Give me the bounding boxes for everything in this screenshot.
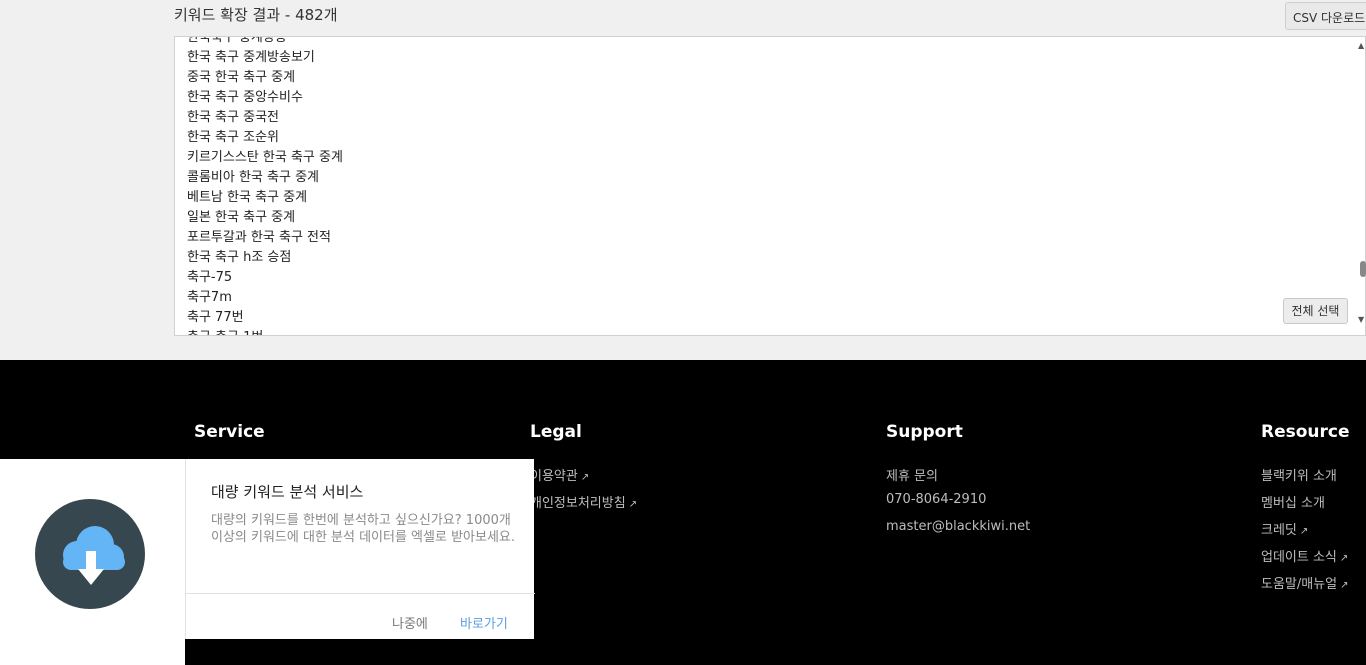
popup-icon-panel bbox=[0, 459, 185, 665]
external-link-icon: ↗ bbox=[1340, 580, 1349, 591]
keyword-item: 축구7m bbox=[187, 290, 232, 305]
keyword-item: 포르투갈과 한국 축구 전적 bbox=[187, 230, 331, 245]
popup-divider bbox=[186, 593, 535, 594]
later-button[interactable]: 나중에 bbox=[392, 613, 428, 632]
keyword-textarea[interactable]: 한국축구 중계방송 한국 축구 중계방송보기 중국 한국 축구 중계 한국 축구… bbox=[174, 36, 1366, 336]
external-link-icon: ↗ bbox=[1339, 553, 1349, 564]
keyword-item: 축구-75 bbox=[187, 270, 233, 285]
cloud-download-icon bbox=[35, 499, 145, 609]
terms-link[interactable]: 이용약관 ↗ bbox=[530, 465, 589, 484]
terms-link-label: 이용약관 bbox=[530, 469, 578, 484]
support-phone: 070-8064-2910 bbox=[886, 492, 987, 507]
keyword-item: 한국축구 중계방송 bbox=[187, 36, 287, 45]
keyword-item: 베트남 한국 축구 중계 bbox=[187, 190, 308, 205]
footer-support-heading: Support bbox=[886, 422, 963, 442]
results-title: 키워드 확장 결과 - 482개 bbox=[174, 6, 338, 24]
popup-title: 대량 키워드 분석 서비스 bbox=[211, 483, 364, 501]
support-email[interactable]: master@blackkiwi.net bbox=[886, 519, 1030, 534]
keyword-item: 한국 축구 h조 승점 bbox=[187, 250, 292, 265]
scroll-down-arrow-icon[interactable]: ▼ bbox=[1358, 316, 1366, 324]
privacy-policy-link-label: 개인정보처리방침 bbox=[530, 496, 626, 511]
credit-link-label: 크레딧 bbox=[1261, 523, 1297, 538]
bulk-analysis-popup: 대량 키워드 분석 서비스 대량의 키워드를 한번에 분석하고 싶으신가요? 1… bbox=[185, 459, 535, 639]
external-link-icon: ↗ bbox=[628, 499, 638, 510]
partnership-inquiry-link[interactable]: 제휴 문의 bbox=[886, 465, 938, 484]
popup-description: 대량의 키워드를 한번에 분석하고 싶으신가요? 1000개 이상의 키워드에 … bbox=[211, 513, 516, 545]
keyword-item: 축구 77번 bbox=[187, 310, 244, 325]
help-manual-link[interactable]: 도움말/매뉴얼 ↗ bbox=[1261, 573, 1349, 592]
keyword-list: 한국축구 중계방송 한국 축구 중계방송보기 중국 한국 축구 중계 한국 축구… bbox=[187, 36, 343, 335]
csv-download-button[interactable]: CSV 다운로드 bbox=[1285, 2, 1366, 30]
credit-link[interactable]: 크레딧 ↗ bbox=[1261, 519, 1308, 538]
keyword-item: 키르기스스탄 한국 축구 중계 bbox=[187, 150, 343, 165]
results-section: 키워드 확장 결과 - 482개 CSV 다운로드 한국축구 중계방송 한국 축… bbox=[0, 0, 1366, 360]
footer-legal-heading: Legal bbox=[530, 422, 582, 442]
help-manual-link-label: 도움말/매뉴얼 bbox=[1261, 577, 1338, 592]
privacy-policy-link[interactable]: 개인정보처리방침 ↗ bbox=[530, 492, 637, 511]
keyword-item: 한국 축구 중계방송보기 bbox=[187, 50, 315, 65]
go-button[interactable]: 바로가기 bbox=[460, 613, 508, 632]
footer-service-heading: Service bbox=[194, 422, 265, 442]
select-all-button[interactable]: 전체 선택 bbox=[1283, 298, 1348, 324]
keyword-item: 콜롬비아 한국 축구 중계 bbox=[187, 170, 319, 185]
keyword-item: 축구 축구 1번 bbox=[187, 328, 343, 335]
keyword-item: 중국 한국 축구 중계 bbox=[187, 70, 296, 85]
keyword-item: 한국 축구 조순위 bbox=[187, 130, 279, 145]
keyword-item: 한국 축구 중국전 bbox=[187, 110, 279, 125]
keyword-item: 일본 한국 축구 중계 bbox=[187, 210, 296, 225]
external-link-icon: ↗ bbox=[580, 472, 590, 483]
external-link-icon: ↗ bbox=[1299, 526, 1309, 537]
update-news-link-label: 업데이트 소식 bbox=[1261, 550, 1337, 565]
footer-resource-heading: Resource bbox=[1261, 422, 1350, 442]
update-news-link[interactable]: 업데이트 소식 ↗ bbox=[1261, 546, 1348, 565]
scroll-up-arrow-icon[interactable]: ▲ bbox=[1358, 42, 1366, 50]
keyword-item: 한국 축구 중앙수비수 bbox=[187, 90, 303, 105]
membership-link[interactable]: 멤버십 소개 bbox=[1261, 492, 1325, 511]
about-blackkiwi-link[interactable]: 블랙키위 소개 bbox=[1261, 465, 1337, 484]
scrollbar-thumb[interactable] bbox=[1360, 261, 1366, 277]
